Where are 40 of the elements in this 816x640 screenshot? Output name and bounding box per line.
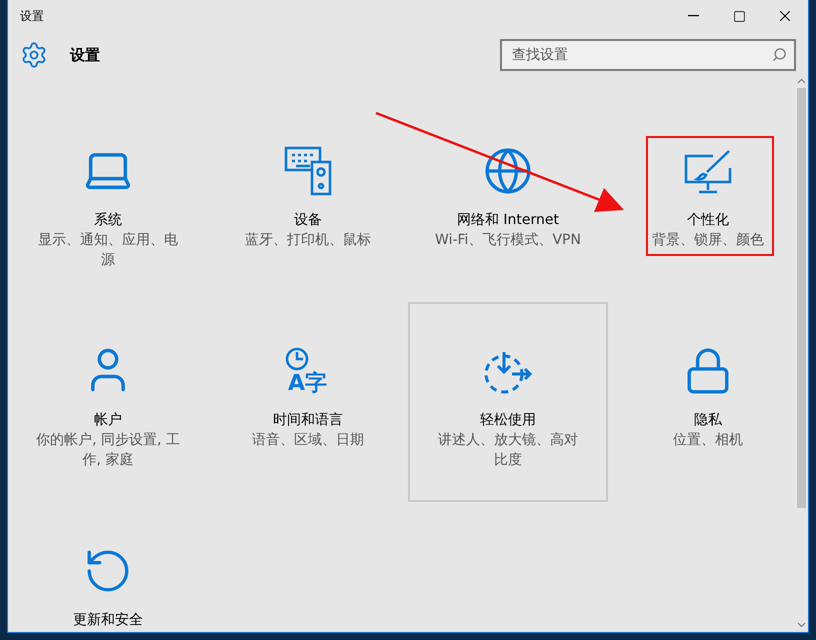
tile-subtitle: 蓝牙、打印机、鼠标 — [244, 231, 372, 250]
monitor-brush-icon — [683, 148, 733, 196]
tile-title: 个性化 — [687, 211, 729, 230]
settings-icon — [20, 41, 48, 69]
settings-tile[interactable]: 个性化 背景、锁屏、颜色 — [608, 102, 795, 302]
tile-subtitle: 你的帐户, 同步设置, 工作, 家庭 — [35, 431, 181, 470]
page-title: 设置 — [70, 46, 101, 64]
scrollbar-thumb[interactable] — [797, 88, 806, 508]
tile-title: 系统 — [94, 211, 122, 230]
settings-tile[interactable]: 轻松使用 讲述人、放大镜、高对比度 — [408, 302, 608, 502]
tile-title: 帐户 — [94, 411, 122, 430]
tile-title: 隐私 — [694, 411, 722, 430]
tile-title: 网络和 Internet — [456, 211, 560, 230]
settings-tile[interactable]: 隐私 位置、相机 — [608, 302, 795, 502]
tile-subtitle: 背景、锁屏、颜色 — [651, 231, 765, 250]
search-field[interactable]: 查找设置 — [500, 39, 796, 71]
tile-subtitle: 位置、相机 — [672, 431, 744, 450]
tile-subtitle: 讲述人、放大镜、高对比度 — [437, 431, 579, 470]
settings-tile[interactable]: 网络和 Internet Wi-Fi、飞行模式、VPN — [408, 102, 608, 302]
settings-tile[interactable]: 系统 显示、通知、应用、电源 — [8, 102, 208, 302]
tile-title: 更新和安全 — [73, 611, 143, 630]
tile-title: 轻松使用 — [480, 411, 536, 430]
tile-subtitle: 显示、通知、应用、电源 — [37, 231, 179, 270]
settings-tile[interactable]: 帐户 你的帐户, 同步设置, 工作, 家庭 — [8, 302, 208, 502]
search-icon — [772, 47, 787, 62]
tile-title: 设备 — [294, 211, 322, 230]
settings-tile[interactable]: A字 时间和语言 语音、区域、日期 — [208, 302, 408, 502]
minimize-icon — [688, 15, 698, 17]
settings-tile[interactable]: 更新和安全 — [8, 502, 208, 632]
tile-subtitle: 语音、区域、日期 — [251, 431, 365, 450]
maximize-icon — [732, 10, 746, 22]
scroll-down-icon[interactable] — [797, 622, 806, 628]
keyboard-speaker-icon — [284, 146, 332, 196]
window-title: 设置 — [20, 8, 45, 24]
tile-title: 时间和语言 — [273, 411, 343, 430]
scroll-up-icon[interactable] — [797, 78, 806, 84]
tile-subtitle: Wi-Fi、飞行模式、VPN — [434, 231, 582, 250]
settings-tile[interactable]: 设备 蓝牙、打印机、鼠标 — [208, 102, 408, 302]
globe-icon — [483, 146, 533, 196]
dashed-circle-arrow-icon — [482, 350, 534, 396]
